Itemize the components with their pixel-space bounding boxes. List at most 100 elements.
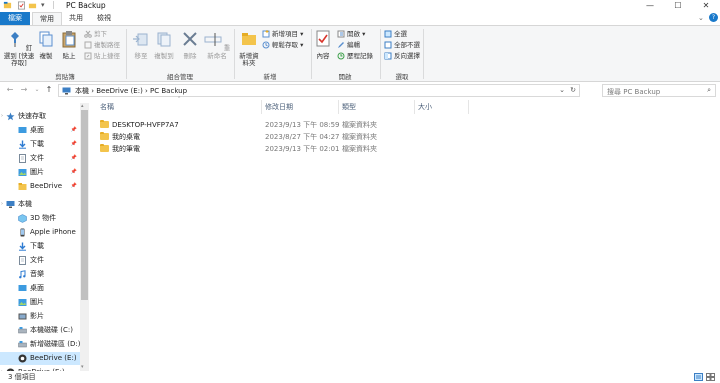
tab-share[interactable]: 共用 xyxy=(62,12,90,25)
tab-home[interactable]: 常用 xyxy=(32,12,62,25)
ribbon-separator xyxy=(380,29,381,79)
folder-icon xyxy=(100,131,109,140)
nav-item[interactable]: BeeDrive 📌 xyxy=(0,180,80,193)
recent-locations-icon[interactable]: ⌄ xyxy=(31,84,43,96)
picture-icon xyxy=(18,168,27,177)
nav-item[interactable]: › 快速存取 xyxy=(0,110,80,123)
open-button[interactable]: 開啟 ▾ xyxy=(337,29,365,40)
up-arrow-icon[interactable]: ↑ xyxy=(43,84,55,96)
edit-button[interactable]: 編輯 xyxy=(337,40,360,51)
expand-chevron-icon[interactable]: › xyxy=(1,110,3,123)
history-button[interactable]: 歷程記錄 xyxy=(337,51,373,62)
easy-access-label: 輕鬆存取 xyxy=(272,41,298,49)
nav-item[interactable]: 圖片 📌 xyxy=(0,166,80,179)
nav-item[interactable]: 下載 📌 xyxy=(0,138,80,151)
copy-to-button[interactable]: 複製到 xyxy=(153,30,175,60)
paste-shortcut-button[interactable]: 貼上捷徑 xyxy=(84,51,120,62)
tab-file[interactable]: 檔案 xyxy=(0,12,30,25)
new-folder-label: 新增資料夾 xyxy=(239,51,259,67)
copy-button[interactable]: 複製 xyxy=(36,30,56,60)
column-header-type[interactable]: 類型 xyxy=(342,102,356,112)
new-item-button[interactable]: 新增項目 ▾ xyxy=(262,29,303,40)
column-header-modified[interactable]: 修改日期 xyxy=(265,102,293,112)
invert-selection-button[interactable]: 反向選擇 xyxy=(384,51,420,62)
search-input[interactable]: 搜尋 PC Backup xyxy=(607,87,660,97)
file-row[interactable]: DESKTOP-HVFP7A7 2023/9/13 下午 08:59 檔案資料夾 xyxy=(97,119,397,131)
file-name: DESKTOP-HVFP7A7 xyxy=(112,121,179,129)
pinned-icon: 📌 xyxy=(70,141,77,147)
nav-item[interactable]: Apple iPhone xyxy=(0,226,80,239)
column-separator[interactable] xyxy=(338,100,339,114)
nav-item[interactable]: 桌面 xyxy=(0,282,80,295)
copy-path-button[interactable]: 複製路徑 xyxy=(84,40,120,51)
paste-button[interactable]: 貼上 xyxy=(58,30,80,60)
new-item-icon xyxy=(262,30,270,38)
maximize-button[interactable]: ☐ xyxy=(664,0,692,12)
rename-button[interactable]: 重新命名 xyxy=(202,30,232,60)
open-group-label: 開啟 xyxy=(338,73,352,81)
select-none-button[interactable]: 全部不選 xyxy=(384,40,420,51)
column-separator[interactable] xyxy=(414,100,415,114)
cut-button[interactable]: 剪下 xyxy=(84,29,107,40)
scroll-up-icon[interactable]: ▴ xyxy=(81,103,84,109)
new-folder-icon xyxy=(242,33,256,45)
nav-scrollbar-thumb[interactable] xyxy=(81,110,88,300)
new-folder-quick-icon[interactable] xyxy=(28,1,37,10)
search-box[interactable]: 搜尋 PC Backup ⌕ xyxy=(602,84,716,97)
select-none-icon xyxy=(384,41,392,49)
nav-item[interactable]: 音樂 xyxy=(0,268,80,281)
nav-item[interactable]: 下載 xyxy=(0,240,80,253)
expand-chevron-icon[interactable]: › xyxy=(1,198,3,211)
paste-label: 貼上 xyxy=(62,51,76,60)
collapse-ribbon-icon[interactable]: ⌄ xyxy=(698,14,704,22)
breadcrumb[interactable]: 本機 › BeeDrive (E:) › PC Backup xyxy=(75,86,187,96)
nav-item-label: 本機磁碟 (C:) xyxy=(30,326,73,334)
new-folder-button[interactable]: 新增資料夾 xyxy=(237,30,261,68)
address-dropdown-icon[interactable]: ⌄ xyxy=(559,86,565,94)
easy-access-button[interactable]: 輕鬆存取 ▾ xyxy=(262,40,303,51)
column-header-name[interactable]: 名稱 xyxy=(100,102,114,112)
pin-quick-access-button[interactable]: 釘選到 [快速存取] xyxy=(3,30,35,68)
status-bar: 3 個項目 xyxy=(0,371,720,383)
nav-item[interactable]: 桌面 📌 xyxy=(0,124,80,137)
nav-item[interactable]: 文件 📌 xyxy=(0,152,80,165)
details-view-icon[interactable] xyxy=(694,373,703,381)
move-to-button[interactable]: 移至 xyxy=(131,30,151,60)
file-row[interactable]: 我的筆電 2023/9/13 下午 02:01 檔案資料夾 xyxy=(97,143,397,155)
select-all-button[interactable]: 全選 xyxy=(384,29,407,40)
forward-arrow-icon[interactable]: → xyxy=(18,84,30,96)
scroll-down-icon[interactable]: ▾ xyxy=(81,364,84,370)
column-separator[interactable] xyxy=(468,100,469,114)
nav-item[interactable]: 本機磁碟 (C:) xyxy=(0,324,80,337)
nav-item-label: 圖片 xyxy=(30,298,44,306)
help-icon[interactable]: ? xyxy=(709,13,718,22)
ribbon-tabs: 檔案 常用 共用 檢視 ⌄ ? xyxy=(0,12,720,25)
file-modified: 2023/9/13 下午 02:01 xyxy=(265,145,340,153)
tab-view[interactable]: 檢視 xyxy=(90,12,118,25)
close-button[interactable]: ✕ xyxy=(692,0,720,12)
column-header-size[interactable]: 大小 xyxy=(418,102,432,112)
nav-item[interactable]: BeeDrive (E:) xyxy=(0,352,80,365)
nav-item[interactable]: 新增磁碟區 (D:) xyxy=(0,338,80,351)
column-separator[interactable] xyxy=(261,100,262,114)
large-icons-view-icon[interactable] xyxy=(706,373,715,381)
nav-item[interactable]: 3D 物件 xyxy=(0,212,80,225)
picture-icon xyxy=(18,298,27,307)
back-arrow-icon[interactable]: ← xyxy=(4,84,16,96)
refresh-icon[interactable]: ↻ xyxy=(570,86,576,94)
file-row[interactable]: 我的桌電 2023/8/27 下午 04:27 檔案資料夾 xyxy=(97,131,397,143)
properties-button[interactable]: 內容 xyxy=(313,30,333,60)
address-bar[interactable]: 本機 › BeeDrive (E:) › PC Backup ⌄ ↻ xyxy=(58,84,580,97)
select-none-label: 全部不選 xyxy=(394,41,420,49)
clipboard-group-label: 剪貼簿 xyxy=(55,73,75,81)
nav-item[interactable]: 文件 xyxy=(0,254,80,267)
nav-item[interactable]: 影片 xyxy=(0,310,80,323)
customize-toolbar-icon[interactable]: ▾ xyxy=(41,1,45,9)
copy-to-icon xyxy=(157,32,171,47)
properties-quick-icon[interactable] xyxy=(17,1,26,10)
delete-button[interactable]: 刪除 xyxy=(180,30,200,60)
minimize-button[interactable]: — xyxy=(636,0,664,12)
nav-item[interactable]: › 本機 xyxy=(0,198,80,211)
file-name: 我的筆電 xyxy=(112,145,140,153)
nav-item[interactable]: 圖片 xyxy=(0,296,80,309)
